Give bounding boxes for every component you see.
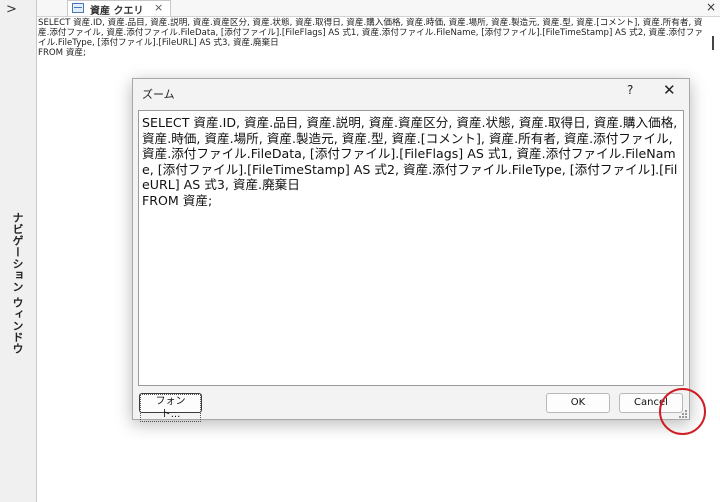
tab-label: 資産 クエリ <box>90 6 144 17</box>
font-button-label: フォント... <box>140 394 201 422</box>
navigation-pane: > ナビゲーション ウィンドウ <box>0 0 37 502</box>
font-button[interactable]: フォント... <box>139 393 202 422</box>
navigation-pane-label[interactable]: ナビゲーション ウィンドウ <box>9 212 25 354</box>
close-window-icon[interactable]: × <box>706 0 716 14</box>
zoom-text-area[interactable]: SELECT 資産.ID, 資産.品目, 資産.説明, 資産.資産区分, 資産.… <box>138 110 684 386</box>
zoom-dialog: ズーム ? ✕ SELECT 資産.ID, 資産.品目, 資産.説明, 資産.資… <box>132 78 690 422</box>
sql-view-text[interactable]: SELECT 資産.ID, 資産.品目, 資産.説明, 資産.資産区分, 資産.… <box>38 18 706 58</box>
dialog-close-icon[interactable]: ✕ <box>663 81 676 99</box>
ok-button[interactable]: OK <box>546 393 610 413</box>
dialog-title: ズーム <box>142 88 175 101</box>
query-icon <box>72 3 84 13</box>
tab-close-icon[interactable]: × <box>154 1 163 14</box>
help-icon[interactable]: ? <box>627 83 633 97</box>
nav-expand-icon[interactable]: > <box>6 2 17 17</box>
tab-asset-query[interactable]: 資産 クエリ × <box>67 0 171 17</box>
document-tab-strip: 資産 クエリ × × <box>37 0 720 17</box>
highlight-circle <box>659 388 706 435</box>
vertical-scrollbar[interactable] <box>712 36 714 50</box>
